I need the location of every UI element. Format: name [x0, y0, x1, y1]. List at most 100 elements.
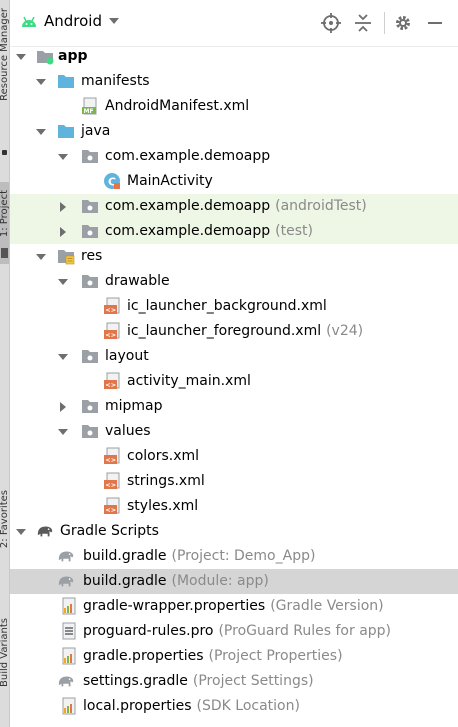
project-tab[interactable]: 1: Project — [0, 190, 10, 237]
chevron-down-icon[interactable] — [35, 244, 47, 269]
tree-node-package-main[interactable]: com.example.demoapp — [10, 144, 458, 169]
tree-hint: (Project Settings) — [192, 673, 314, 689]
tree-label: layout — [105, 348, 149, 364]
locate-icon[interactable] — [320, 12, 342, 34]
tree-hint: (SDK Location) — [196, 698, 300, 714]
folder-icon — [57, 72, 75, 90]
tree-hint: (ProGuard Rules for app) — [218, 623, 392, 639]
tree-node-colors[interactable]: <> colors.xml — [10, 444, 458, 469]
resource-manager-tab[interactable]: Resource Manager — [0, 8, 10, 101]
svg-text:<>: <> — [105, 506, 116, 514]
text-file-icon — [60, 622, 78, 640]
tree-node-mainactivity[interactable]: C MainActivity — [10, 169, 458, 194]
chevron-right-icon[interactable] — [57, 194, 69, 219]
tree-label: mipmap — [105, 398, 163, 414]
tree-label: gradle.properties — [83, 648, 204, 664]
gradle-file-icon — [57, 672, 75, 690]
chevron-down-icon[interactable] — [57, 144, 69, 169]
tree-node-settings-gradle[interactable]: settings.gradle (Project Settings) — [10, 669, 458, 694]
tree-node-activity-main[interactable]: <> activity_main.xml — [10, 369, 458, 394]
package-icon — [81, 422, 99, 440]
chevron-down-icon[interactable] — [57, 419, 69, 444]
chevron-down-icon[interactable] — [35, 69, 47, 94]
tree-label: MainActivity — [127, 173, 213, 189]
tree-node-gradle-wrapper-properties[interactable]: gradle-wrapper.properties (Gradle Version… — [10, 594, 458, 619]
tree-node-manifests[interactable]: manifests — [10, 69, 458, 94]
tree-node-drawable[interactable]: drawable — [10, 269, 458, 294]
tree-node-local-properties[interactable]: local.properties (SDK Location) — [10, 694, 458, 719]
tree-label: res — [81, 248, 103, 264]
build-variants-tab[interactable]: Build Variants — [0, 618, 10, 687]
dropdown-arrow-icon — [109, 18, 119, 24]
toolbar-separator — [384, 12, 385, 34]
properties-file-icon — [60, 647, 78, 665]
tree-label: local.properties — [83, 698, 192, 714]
tree-label: strings.xml — [127, 473, 205, 489]
tree-hint: (test) — [275, 223, 313, 239]
tree-node-proguard-rules[interactable]: proguard-rules.pro (ProGuard Rules for ap… — [10, 619, 458, 644]
tree-node-app[interactable]: app — [10, 44, 458, 69]
res-folder-icon — [57, 247, 75, 265]
package-icon — [81, 147, 99, 165]
tree-label: values — [105, 423, 151, 439]
tree-node-package-androidtest[interactable]: com.example.demoapp (androidTest) — [10, 194, 458, 219]
tree-label: styles.xml — [127, 498, 199, 514]
tree-node-ic-launcher-foreground[interactable]: <> ic_launcher_foreground.xml (v24) — [10, 319, 458, 344]
tree-label: manifests — [81, 73, 150, 89]
tree-node-values[interactable]: values — [10, 419, 458, 444]
chevron-right-icon[interactable] — [57, 219, 69, 244]
tree-node-layout[interactable]: layout — [10, 344, 458, 369]
chevron-right-icon[interactable] — [57, 394, 69, 419]
minimize-icon[interactable] — [424, 12, 446, 34]
tree-node-ic-launcher-background[interactable]: <> ic_launcher_background.xml — [10, 294, 458, 319]
tree-hint: (Gradle Version) — [270, 598, 384, 614]
tree-node-strings[interactable]: <> strings.xml — [10, 469, 458, 494]
android-icon — [22, 16, 36, 27]
collapse-all-icon[interactable] — [352, 12, 374, 34]
tree-label: com.example.demoapp — [105, 223, 271, 239]
project-view-label: Android — [44, 12, 102, 30]
tree-node-java[interactable]: java — [10, 119, 458, 144]
tree-hint: (Project Properties) — [208, 648, 343, 664]
tree-label: ic_launcher_foreground.xml — [127, 323, 322, 339]
tree-hint: (androidTest) — [275, 198, 367, 214]
tree-node-styles[interactable]: <> styles.xml — [10, 494, 458, 519]
gear-icon[interactable] — [392, 12, 414, 34]
tree-label: com.example.demoapp — [105, 198, 271, 214]
tree-node-androidmanifest[interactable]: MF AndroidManifest.xml — [10, 94, 458, 119]
chevron-down-icon[interactable] — [15, 44, 27, 69]
tree-label: drawable — [105, 273, 170, 289]
svg-text:<>: <> — [105, 306, 116, 314]
tree-node-build-gradle-module[interactable]: build.gradle (Module: app) — [10, 569, 458, 594]
tree-node-gradle-scripts[interactable]: Gradle Scripts — [10, 519, 458, 544]
tree-label: activity_main.xml — [127, 373, 251, 389]
tree-label: build.gradle — [83, 573, 167, 589]
tree-label: AndroidManifest.xml — [105, 98, 250, 114]
tree-node-package-test[interactable]: com.example.demoapp (test) — [10, 219, 458, 244]
folder-icon — [57, 122, 75, 140]
tree-label: proguard-rules.pro — [83, 623, 214, 639]
svg-text:<>: <> — [105, 481, 116, 489]
chevron-down-icon[interactable] — [57, 344, 69, 369]
xml-file-icon: <> — [103, 497, 121, 515]
project-view-selector[interactable]: Android — [20, 12, 120, 30]
properties-file-icon — [60, 597, 78, 615]
tree-node-res[interactable]: res — [10, 244, 458, 269]
tree-node-mipmap[interactable]: mipmap — [10, 394, 458, 419]
tree-node-build-gradle-project[interactable]: build.gradle (Project: Demo_App) — [10, 544, 458, 569]
chevron-down-icon[interactable] — [15, 519, 27, 544]
xml-file-icon: <> — [103, 372, 121, 390]
chevron-down-icon[interactable] — [35, 119, 47, 144]
favorites-tab[interactable]: 2: Favorites — [0, 490, 10, 548]
tree-node-gradle-properties[interactable]: gradle.properties (Project Properties) — [10, 644, 458, 669]
package-icon — [81, 347, 99, 365]
tree-label: Gradle Scripts — [60, 523, 159, 539]
properties-file-icon — [60, 697, 78, 715]
package-icon — [81, 222, 99, 240]
tree-label: ic_launcher_background.xml — [127, 298, 327, 314]
xml-file-icon: <> — [103, 297, 121, 315]
package-icon — [81, 197, 99, 215]
gradle-elephant-icon — [36, 522, 54, 540]
tool-window-strip: Resource Manager 1: Project 2: Favorites… — [0, 0, 10, 727]
chevron-down-icon[interactable] — [57, 269, 69, 294]
